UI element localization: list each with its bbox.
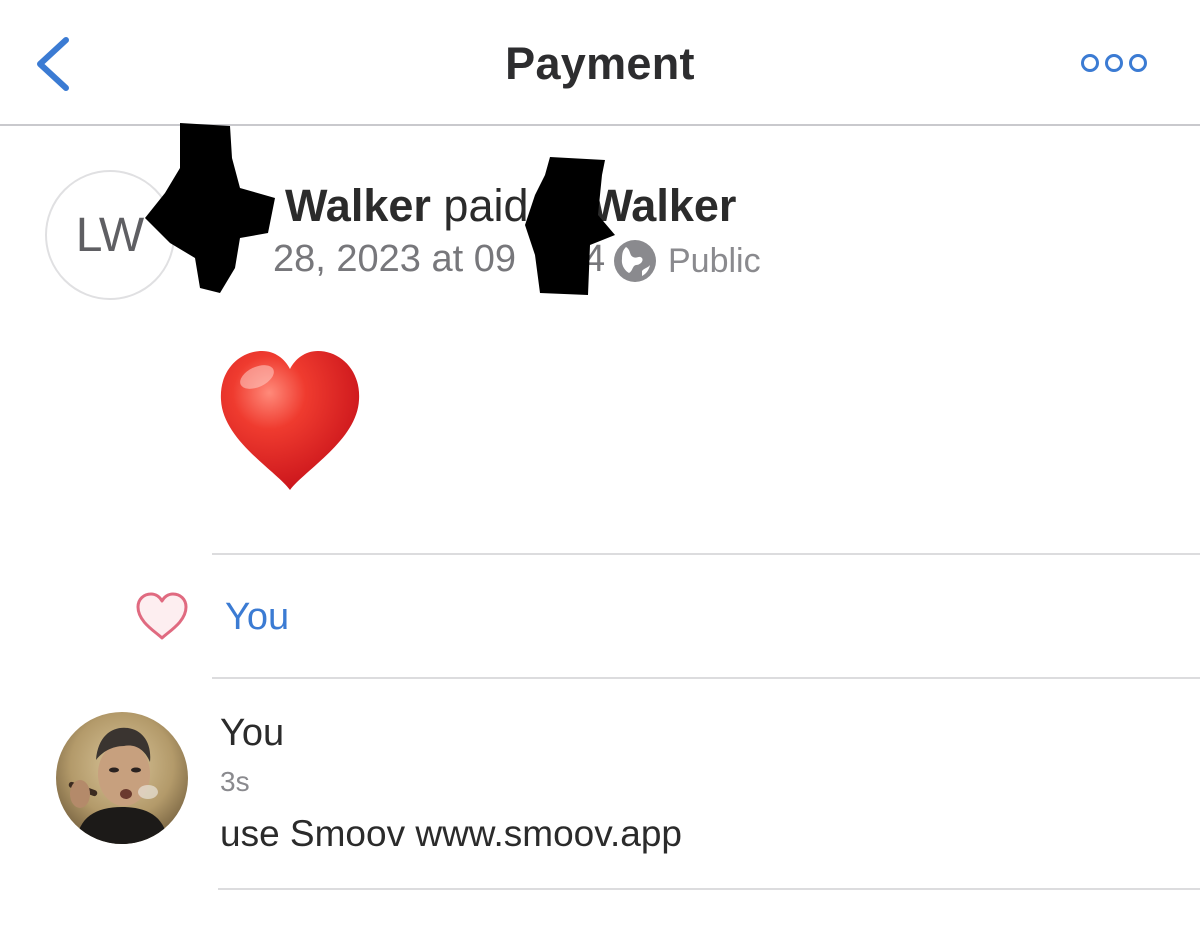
- section-divider: [212, 553, 1200, 555]
- heart-outline-icon[interactable]: [134, 590, 190, 642]
- profile-photo-icon: [56, 712, 188, 844]
- section-divider: [212, 677, 1200, 679]
- avatar-initials: LW: [75, 208, 145, 262]
- comment-author[interactable]: You: [220, 712, 284, 755]
- comment-body: use Smoov www.smoov.app: [220, 813, 683, 854]
- payment-verb: paid: [443, 180, 529, 231]
- comment-timestamp: 3s: [220, 766, 250, 797]
- page-title: Payment: [505, 38, 695, 89]
- payment-story-line: Walker paid Walker: [215, 180, 736, 232]
- comment-avatar[interactable]: [56, 712, 188, 844]
- likers-list[interactable]: You: [225, 596, 289, 639]
- audience-label: Public: [668, 241, 761, 280]
- more-options-button[interactable]: [1080, 50, 1148, 76]
- red-heart-icon: [220, 351, 360, 490]
- audience-indicator: Public: [612, 238, 761, 284]
- section-divider: [218, 888, 1200, 890]
- redaction-mark-payee: [525, 157, 615, 295]
- redaction-mark-payer: [145, 123, 275, 293]
- payer-name[interactable]: Walker: [285, 180, 431, 231]
- nav-bar: Payment: [0, 0, 1200, 126]
- more-dots-icon: [1081, 54, 1147, 72]
- payment-detail-screen: Payment LW Walker paid Walker 28, 2023 at…: [0, 0, 1200, 937]
- payment-date: 28, 2023 at 09: [273, 238, 516, 280]
